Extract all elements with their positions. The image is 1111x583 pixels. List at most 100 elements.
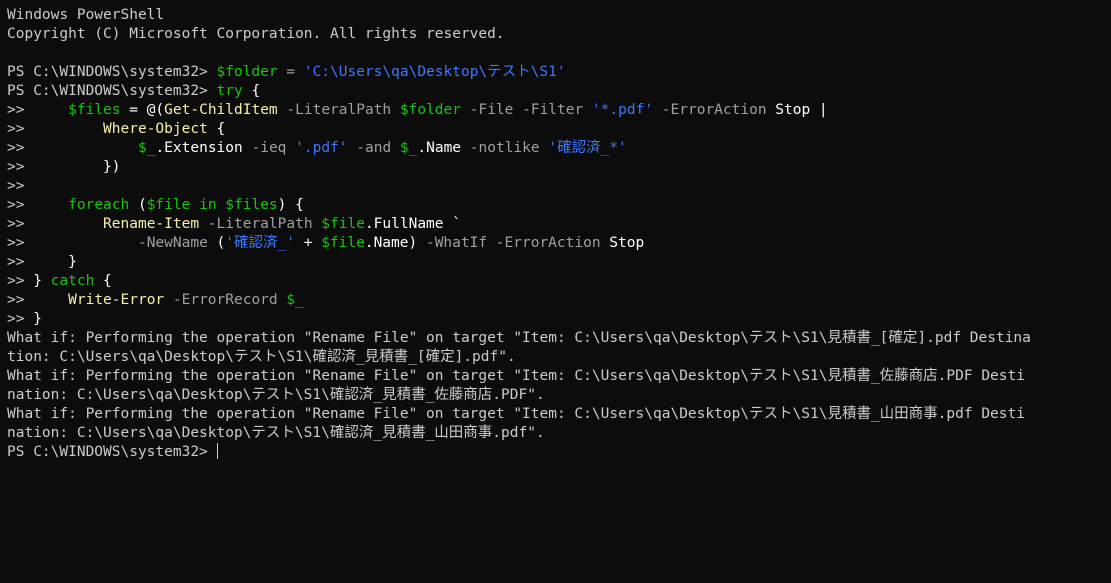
continuation-prompt: >> — [7, 159, 34, 175]
continuation-prompt: >> — [7, 292, 34, 308]
continuation-prompt: >> — [7, 197, 34, 213]
code-text: { — [94, 273, 112, 289]
variable: $file — [321, 235, 365, 251]
parameter: -ErrorRecord — [164, 292, 287, 308]
command-line[interactable]: PS C:\WINDOWS\system32> — [7, 443, 1111, 462]
variable: $_ — [286, 292, 304, 308]
code-text: { — [242, 83, 261, 99]
code-text: + — [294, 235, 322, 251]
string-literal: '確認済_*' — [548, 140, 627, 156]
parameter: -notlike — [461, 140, 549, 156]
code-text: Stop — [775, 102, 811, 118]
continuation-prompt: >> — [7, 102, 34, 118]
prompt: PS C:\WINDOWS\system32> — [7, 444, 217, 460]
code-text: } — [68, 254, 77, 270]
continuation-prompt: >> — [7, 216, 34, 232]
variable: $folder — [399, 102, 461, 118]
variable: $files — [225, 197, 278, 213]
code-text: ( — [207, 235, 226, 251]
continuation-prompt: >> — [7, 121, 34, 137]
continuation-line: >> Where-Object { — [7, 120, 1111, 139]
continuation-prompt: >> — [7, 311, 34, 327]
keyword: try — [216, 83, 243, 99]
variable: $_ — [137, 140, 156, 156]
output-line: What if: Performing the operation "Renam… — [7, 406, 1025, 422]
string-literal: 'C:\Users\qa\Desktop\テスト\S1' — [303, 64, 566, 80]
continuation-line: >> } catch { — [7, 272, 1111, 291]
code-text: } — [33, 311, 42, 327]
string-literal: '確認済_' — [225, 235, 295, 251]
command-line: PS C:\WINDOWS\system32> try { — [7, 82, 1111, 101]
variable: $folder — [216, 64, 278, 80]
code-text: Stop — [609, 235, 645, 251]
parameter: -WhatIf -ErrorAction — [417, 235, 610, 251]
continuation-line: >> $_.Extension -ieq '.pdf' -and $_.Name… — [7, 139, 1111, 158]
cmdlet: Rename-Item — [103, 216, 200, 232]
output-line: What if: Performing the operation "Renam… — [7, 330, 1031, 346]
parameter: -ErrorAction — [653, 102, 776, 118]
keyword: catch — [50, 273, 95, 289]
variable: $_ — [399, 140, 418, 156]
code-text: .Name) — [364, 235, 418, 251]
keyword: in — [190, 197, 226, 213]
continuation-prompt: >> — [7, 178, 34, 194]
code-text: | — [810, 102, 828, 118]
code-text: ) { — [277, 197, 304, 213]
parameter: -ieq — [242, 140, 296, 156]
continuation-line: >> Rename-Item -LiteralPath $file.FullNa… — [7, 215, 1111, 234]
parameter: -LiteralPath — [277, 102, 400, 118]
continuation-line: >> — [7, 177, 1111, 196]
text-cursor — [216, 443, 218, 459]
code-text: ( — [129, 197, 147, 213]
output-line: nation: C:\Users\qa\Desktop\テスト\S1\確認済_見… — [7, 387, 545, 403]
code-text: .Extension — [155, 140, 243, 156]
code-text: }) — [103, 159, 121, 175]
continuation-line: >> } — [7, 253, 1111, 272]
prompt: PS C:\WINDOWS\system32> — [7, 83, 217, 99]
code-text: } — [33, 273, 51, 289]
code-text: .FullName ` — [364, 216, 461, 232]
parameter: -and — [347, 140, 400, 156]
prompt: PS C:\WINDOWS\system32> — [7, 64, 217, 80]
string-literal: '.pdf' — [295, 140, 348, 156]
continuation-line: >> $files = @(Get-ChildItem -LiteralPath… — [7, 101, 1111, 120]
code-text: { — [207, 121, 226, 137]
header-line: Copyright (C) Microsoft Corporation. All… — [7, 26, 505, 42]
continuation-prompt: >> — [7, 254, 34, 270]
continuation-line: >> -NewName ('確認済_' + $file.Name) -WhatI… — [7, 234, 1111, 253]
code-text: = @( — [120, 102, 165, 118]
variable: $files — [68, 102, 121, 118]
variable: $file — [321, 216, 365, 232]
header-line: Windows PowerShell — [7, 7, 165, 23]
cmdlet: Get-ChildItem — [164, 102, 278, 118]
keyword: foreach — [68, 197, 130, 213]
continuation-prompt: >> — [7, 235, 34, 251]
output-line: nation: C:\Users\qa\Desktop\テスト\S1\確認済_見… — [7, 425, 545, 441]
continuation-line: >> Write-Error -ErrorRecord $_ — [7, 291, 1111, 310]
parameter: -LiteralPath — [199, 216, 322, 232]
command-line: PS C:\WINDOWS\system32> $folder = 'C:\Us… — [7, 63, 1111, 82]
continuation-line: >> }) — [7, 158, 1111, 177]
variable: $file — [146, 197, 191, 213]
terminal-window[interactable]: Windows PowerShell Copyright (C) Microso… — [0, 0, 1111, 583]
operator: = — [277, 64, 304, 80]
parameter: -NewName — [137, 235, 208, 251]
output-line: tion: C:\Users\qa\Desktop\テスト\S1\確認済_見積書… — [7, 349, 516, 365]
continuation-line: >> } — [7, 310, 1111, 329]
cmdlet: Write-Error — [68, 292, 165, 308]
cmdlet: Where-Object — [103, 121, 208, 137]
continuation-prompt: >> — [7, 140, 34, 156]
continuation-prompt: >> — [7, 273, 34, 289]
output-line: What if: Performing the operation "Renam… — [7, 368, 1025, 384]
string-literal: '*.pdf' — [591, 102, 654, 118]
